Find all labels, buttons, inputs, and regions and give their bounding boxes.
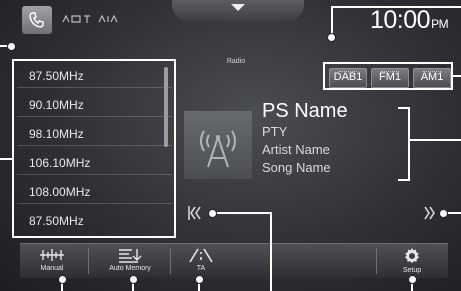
ta-label: TA xyxy=(196,265,206,272)
artist-name: Artist Name xyxy=(262,142,330,157)
now-playing-info: PS Name PTY Artist Name Song Name xyxy=(260,100,410,181)
preset-scrollbar[interactable] xyxy=(164,67,168,147)
band-fm1-button[interactable]: FM1 xyxy=(371,68,409,88)
preset-item[interactable]: 106.10MHz xyxy=(17,151,172,175)
source-label: Radio xyxy=(226,58,246,65)
manual-label: Manual xyxy=(40,265,64,272)
source-menu-tab[interactable] xyxy=(172,0,304,22)
band-dab1-button[interactable]: DAB1 xyxy=(329,68,367,88)
callout-dot xyxy=(439,209,448,218)
clock: 10:00PM xyxy=(370,6,449,35)
info-callout-bracket xyxy=(398,107,410,181)
callout-line xyxy=(331,6,461,8)
auto-memory-button[interactable]: Auto Memory xyxy=(96,244,164,278)
traffic-announcement-icon xyxy=(189,248,213,263)
diagram-root: Radio 10:00PM DAB1 FM1 AM1 87.50MHz 90.1… xyxy=(0,0,461,291)
auto-memory-icon xyxy=(119,249,142,263)
song-name: Song Name xyxy=(262,160,331,175)
setup-label: Setup xyxy=(402,267,422,274)
manual-tune-icon xyxy=(40,249,64,261)
ps-name: PS Name xyxy=(262,100,348,122)
seek-forward-icon[interactable] xyxy=(421,204,439,222)
band-am1-button[interactable]: AM1 xyxy=(413,68,451,88)
callout-line xyxy=(331,6,333,36)
ta-button[interactable]: TA xyxy=(176,244,226,278)
callout-dot xyxy=(208,209,217,218)
preset-list: 87.50MHz 90.10MHz 98.10MHz 106.10MHz 108… xyxy=(12,59,176,238)
callout-dot xyxy=(129,275,138,284)
radio-antenna-icon xyxy=(200,130,236,168)
radio-screen: Radio 10:00PM DAB1 FM1 AM1 87.50MHz 90.1… xyxy=(0,0,461,291)
callout-line xyxy=(0,158,12,160)
callout-line xyxy=(453,75,461,77)
preset-item[interactable]: 87.50MHz xyxy=(17,209,172,233)
preset-item[interactable]: 87.50MHz xyxy=(17,64,172,88)
separator xyxy=(376,248,377,274)
callout-line xyxy=(212,212,272,214)
phone-button[interactable] xyxy=(22,6,52,34)
preset-item[interactable]: 108.00MHz xyxy=(17,180,172,204)
status-indicators xyxy=(62,14,120,26)
callout-dot xyxy=(327,33,336,42)
status-icon-a xyxy=(62,14,90,23)
callout-line xyxy=(270,212,272,291)
phone-icon xyxy=(29,12,44,28)
chevron-down-icon xyxy=(231,4,245,11)
separator xyxy=(170,248,171,274)
separator xyxy=(88,248,89,274)
callout-dot xyxy=(58,275,67,284)
callout-dot xyxy=(7,42,16,51)
status-icon-b xyxy=(98,14,118,23)
pty-label: PTY xyxy=(262,124,288,139)
manual-button[interactable]: Manual xyxy=(22,244,82,278)
gear-icon xyxy=(405,248,419,263)
setup-button[interactable]: Setup xyxy=(384,244,440,278)
clock-ampm: PM xyxy=(431,17,449,31)
band-group: DAB1 FM1 AM1 xyxy=(323,62,453,90)
auto-memory-label: Auto Memory xyxy=(109,265,151,272)
clock-time: 10:00 xyxy=(370,6,431,34)
album-art xyxy=(184,111,252,179)
preset-item[interactable]: 90.10MHz xyxy=(17,93,172,117)
callout-dot xyxy=(195,275,204,284)
seek-back-icon[interactable] xyxy=(186,204,204,222)
callout-line xyxy=(410,139,461,141)
callout-dot xyxy=(408,275,417,284)
preset-item[interactable]: 98.10MHz xyxy=(17,122,172,146)
bottom-bar: Manual Auto Memory TA Setup xyxy=(20,243,448,278)
